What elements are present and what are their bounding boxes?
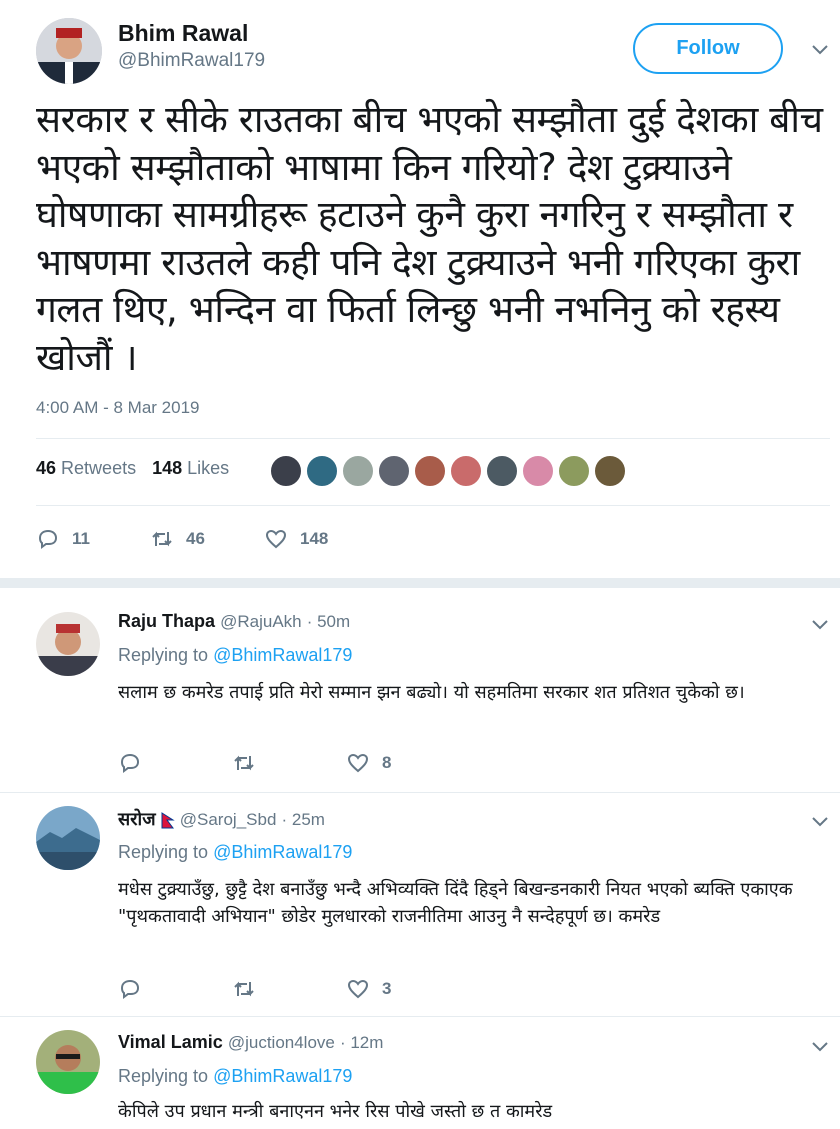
reply-header: Raju Thapa @RajuAkh · 50m bbox=[118, 611, 350, 632]
liker-avatars bbox=[270, 455, 626, 487]
reply-author-handle[interactable]: @Saroj_Sbd bbox=[180, 810, 277, 829]
retweet-count: 46 bbox=[186, 529, 205, 548]
divider bbox=[0, 792, 840, 793]
liker-avatar[interactable] bbox=[558, 455, 590, 487]
retweet-button[interactable] bbox=[232, 752, 346, 774]
retweet-icon bbox=[152, 531, 172, 547]
tweet-timestamp[interactable]: 4:00 AM - 8 Mar 2019 bbox=[36, 398, 199, 418]
liker-avatar[interactable] bbox=[414, 455, 446, 487]
chevron-down-icon[interactable] bbox=[810, 1037, 830, 1057]
chevron-down-icon[interactable] bbox=[810, 812, 830, 832]
reply-author-name[interactable]: सरोज bbox=[118, 809, 156, 829]
liker-avatar[interactable] bbox=[378, 455, 410, 487]
liker-avatar[interactable] bbox=[594, 455, 626, 487]
tweet-stats: 46 Retweets 148 Likes bbox=[36, 458, 229, 479]
reply-header: सरोज @Saroj_Sbd · 25m bbox=[118, 807, 325, 831]
reply-count: 11 bbox=[72, 529, 90, 548]
like-button[interactable]: 8 bbox=[346, 752, 460, 774]
reply-icon bbox=[120, 753, 140, 773]
divider bbox=[36, 505, 830, 506]
reply-author-name[interactable]: Vimal Lamic bbox=[118, 1032, 223, 1052]
reply-actions: 8 bbox=[118, 752, 460, 774]
reply-time[interactable]: · 12m bbox=[340, 1033, 383, 1052]
reply-button[interactable] bbox=[118, 978, 232, 1000]
mention-link[interactable]: @BhimRawal179 bbox=[213, 645, 352, 665]
reply-text: केपिले उप प्रधान मन्त्री बनाएनन भनेर रिस… bbox=[118, 1101, 553, 1122]
reply-time[interactable]: · 25m bbox=[282, 810, 325, 829]
mention-link[interactable]: @BhimRawal179 bbox=[213, 1066, 352, 1086]
liker-avatar[interactable] bbox=[306, 455, 338, 487]
likes-stat[interactable]: 148 Likes bbox=[152, 458, 229, 479]
reply-time[interactable]: · 50m bbox=[307, 612, 350, 631]
retweet-icon bbox=[234, 755, 254, 771]
liker-avatar[interactable] bbox=[450, 455, 482, 487]
replying-to: Replying to @BhimRawal179 bbox=[118, 842, 353, 862]
like-count: 8 bbox=[382, 753, 392, 772]
like-icon bbox=[265, 529, 287, 549]
reply-actions: 3 bbox=[118, 978, 460, 1000]
reply-text: सलाम छ कमरेड तपाई प्रति मेरो सम्मान झन ब… bbox=[118, 682, 745, 703]
mention-link[interactable]: @BhimRawal179 bbox=[213, 842, 352, 862]
author-avatar[interactable] bbox=[36, 18, 102, 84]
divider bbox=[0, 1016, 840, 1017]
like-icon bbox=[347, 979, 369, 999]
section-divider bbox=[0, 578, 840, 588]
reply-text: मधेस टुक्र्याउँछु, छुट्टै देश बनाउँछु भन… bbox=[118, 879, 793, 927]
like-count: 148 bbox=[300, 529, 329, 548]
retweet-icon bbox=[234, 981, 254, 997]
author-name[interactable]: Bhim Rawal bbox=[118, 20, 248, 47]
replying-to: Replying to @BhimRawal179 bbox=[118, 1066, 353, 1086]
tweet-actions: 11 46 148 bbox=[36, 528, 378, 550]
reply-author-name[interactable]: Raju Thapa bbox=[118, 611, 215, 631]
like-icon bbox=[347, 753, 369, 773]
replying-to: Replying to @BhimRawal179 bbox=[118, 645, 353, 665]
reply-icon bbox=[120, 979, 140, 999]
reply-header: Vimal Lamic @juction4love · 12m bbox=[118, 1032, 383, 1053]
author-handle[interactable]: @BhimRawal179 bbox=[118, 50, 265, 72]
reply-author-handle[interactable]: @juction4love bbox=[228, 1033, 335, 1052]
chevron-down-icon[interactable] bbox=[810, 40, 830, 60]
reply-author-handle[interactable]: @RajuAkh bbox=[220, 612, 302, 631]
divider bbox=[36, 438, 830, 439]
liker-avatar[interactable] bbox=[522, 455, 554, 487]
reply-avatar[interactable] bbox=[36, 612, 100, 676]
reply-icon bbox=[38, 529, 58, 549]
like-count: 3 bbox=[382, 979, 392, 998]
chevron-down-icon[interactable] bbox=[810, 615, 830, 635]
retweet-button[interactable] bbox=[232, 978, 346, 1000]
like-button[interactable]: 3 bbox=[346, 978, 460, 1000]
reply-button[interactable] bbox=[118, 752, 232, 774]
nepal-flag-icon bbox=[161, 811, 175, 830]
retweet-button[interactable]: 46 bbox=[150, 528, 264, 550]
retweets-stat[interactable]: 46 Retweets bbox=[36, 458, 136, 479]
like-button[interactable]: 148 bbox=[264, 528, 378, 550]
liker-avatar[interactable] bbox=[270, 455, 302, 487]
liker-avatar[interactable] bbox=[342, 455, 374, 487]
liker-avatar[interactable] bbox=[486, 455, 518, 487]
follow-button[interactable]: Follow bbox=[633, 23, 783, 74]
tweet-text: सरकार र सीके राउतका बीच भएको सम्झौता दुई… bbox=[36, 98, 823, 379]
reply-avatar[interactable] bbox=[36, 1030, 100, 1094]
reply-button[interactable]: 11 bbox=[36, 528, 150, 550]
reply-avatar[interactable] bbox=[36, 806, 100, 870]
